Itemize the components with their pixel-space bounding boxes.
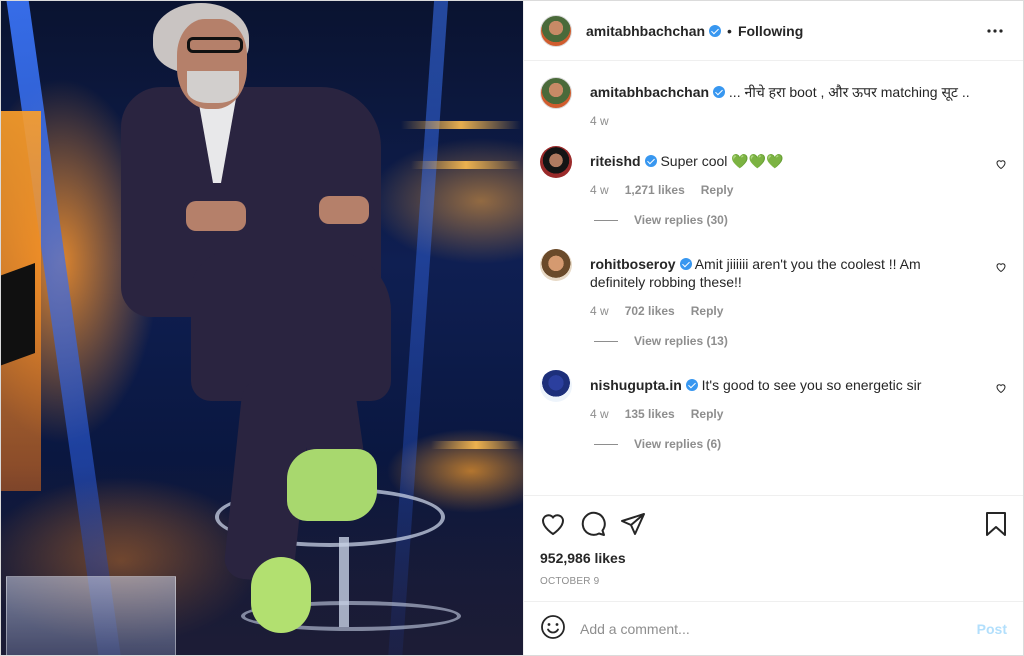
post-modal: amitabhbachchan • Following amitabhbachc… [0, 0, 1024, 656]
green-sneaker [287, 449, 377, 521]
like-count[interactable]: 952,986 likes [540, 550, 1007, 566]
comment-like-heart-icon[interactable] [995, 382, 1007, 394]
comment-bubble-icon[interactable] [580, 504, 620, 544]
view-replies-label: View replies (13) [634, 334, 728, 348]
reply-button[interactable]: Reply [691, 407, 724, 421]
heart-icon[interactable] [540, 504, 580, 544]
comment-time[interactable]: 4 w [590, 183, 609, 197]
comment-username[interactable]: nishugupta.in [590, 377, 682, 393]
verified-badge-icon [685, 379, 698, 391]
photo-subject [1, 1, 523, 655]
caption-text: ... नीचे हरा boot , और ऊपर matching सूट … [728, 84, 970, 100]
comment-item: riteishd Super cool 💚💚💚 4 w 1,271 likes … [540, 146, 1007, 197]
author-username[interactable]: amitabhbachchan [586, 23, 705, 39]
comment-likes[interactable]: 702 likes [625, 304, 675, 318]
view-replies-label: View replies (30) [634, 213, 728, 227]
green-sneaker [251, 557, 311, 633]
comment-text: Super cool 💚💚💚 [660, 153, 784, 169]
view-replies-button[interactable]: View replies (6) [594, 437, 1007, 451]
comment-time[interactable]: 4 w [590, 304, 609, 318]
commenter-avatar[interactable] [540, 146, 572, 178]
comment-likes[interactable]: 135 likes [625, 407, 675, 421]
post-caption: amitabhbachchan ... नीचे हरा boot , और ऊ… [540, 77, 1007, 128]
comment-like-heart-icon[interactable] [995, 261, 1007, 273]
post-header: amitabhbachchan • Following [524, 1, 1023, 61]
view-replies-button[interactable]: View replies (30) [594, 213, 1007, 227]
post-panel: amitabhbachchan • Following amitabhbachc… [523, 1, 1023, 655]
emoji-icon[interactable] [540, 614, 566, 643]
header-separator: • [727, 22, 732, 39]
caption-author-avatar[interactable] [540, 77, 572, 109]
post-date[interactable]: OCTOBER 9 [540, 576, 1007, 587]
caption-time[interactable]: 4 w [590, 114, 609, 128]
author-avatar[interactable] [540, 14, 572, 47]
verified-badge-icon [679, 258, 692, 270]
view-replies-label: View replies (6) [634, 437, 722, 451]
add-comment-bar: Post [524, 601, 1023, 655]
bookmark-icon[interactable] [967, 504, 1007, 544]
comment-username[interactable]: riteishd [590, 153, 641, 169]
comment-item: nishugupta.in It's good to see you so en… [540, 370, 1007, 421]
comment-text: It's good to see you so energetic sir [701, 377, 922, 393]
comments-list[interactable]: amitabhbachchan ... नीचे हरा boot , और ऊ… [524, 61, 1023, 495]
comment-input[interactable] [580, 620, 977, 637]
commenter-avatar[interactable] [540, 370, 572, 402]
post-photo[interactable] [1, 1, 523, 655]
comment-time[interactable]: 4 w [590, 407, 609, 421]
comment-username[interactable]: rohitboseroy [590, 256, 676, 272]
verified-badge-icon [713, 86, 726, 98]
verified-badge-icon [709, 24, 722, 37]
post-comment-button[interactable]: Post [977, 621, 1007, 637]
more-options-icon[interactable] [983, 19, 1007, 43]
view-replies-button[interactable]: View replies (13) [594, 334, 1007, 348]
comment-likes[interactable]: 1,271 likes [625, 183, 685, 197]
reply-button[interactable]: Reply [691, 304, 724, 318]
caption-username[interactable]: amitabhbachchan [590, 84, 709, 100]
comment-like-heart-icon[interactable] [995, 158, 1007, 170]
paper-plane-icon[interactable] [620, 504, 660, 544]
following-button[interactable]: Following [738, 23, 803, 39]
post-actions: 952,986 likes OCTOBER 9 [524, 495, 1023, 601]
comment-item: rohitboseroy Amit jiiiiii aren't you the… [540, 249, 1007, 318]
commenter-avatar[interactable] [540, 249, 572, 281]
reply-button[interactable]: Reply [701, 183, 734, 197]
verified-badge-icon [644, 155, 657, 167]
